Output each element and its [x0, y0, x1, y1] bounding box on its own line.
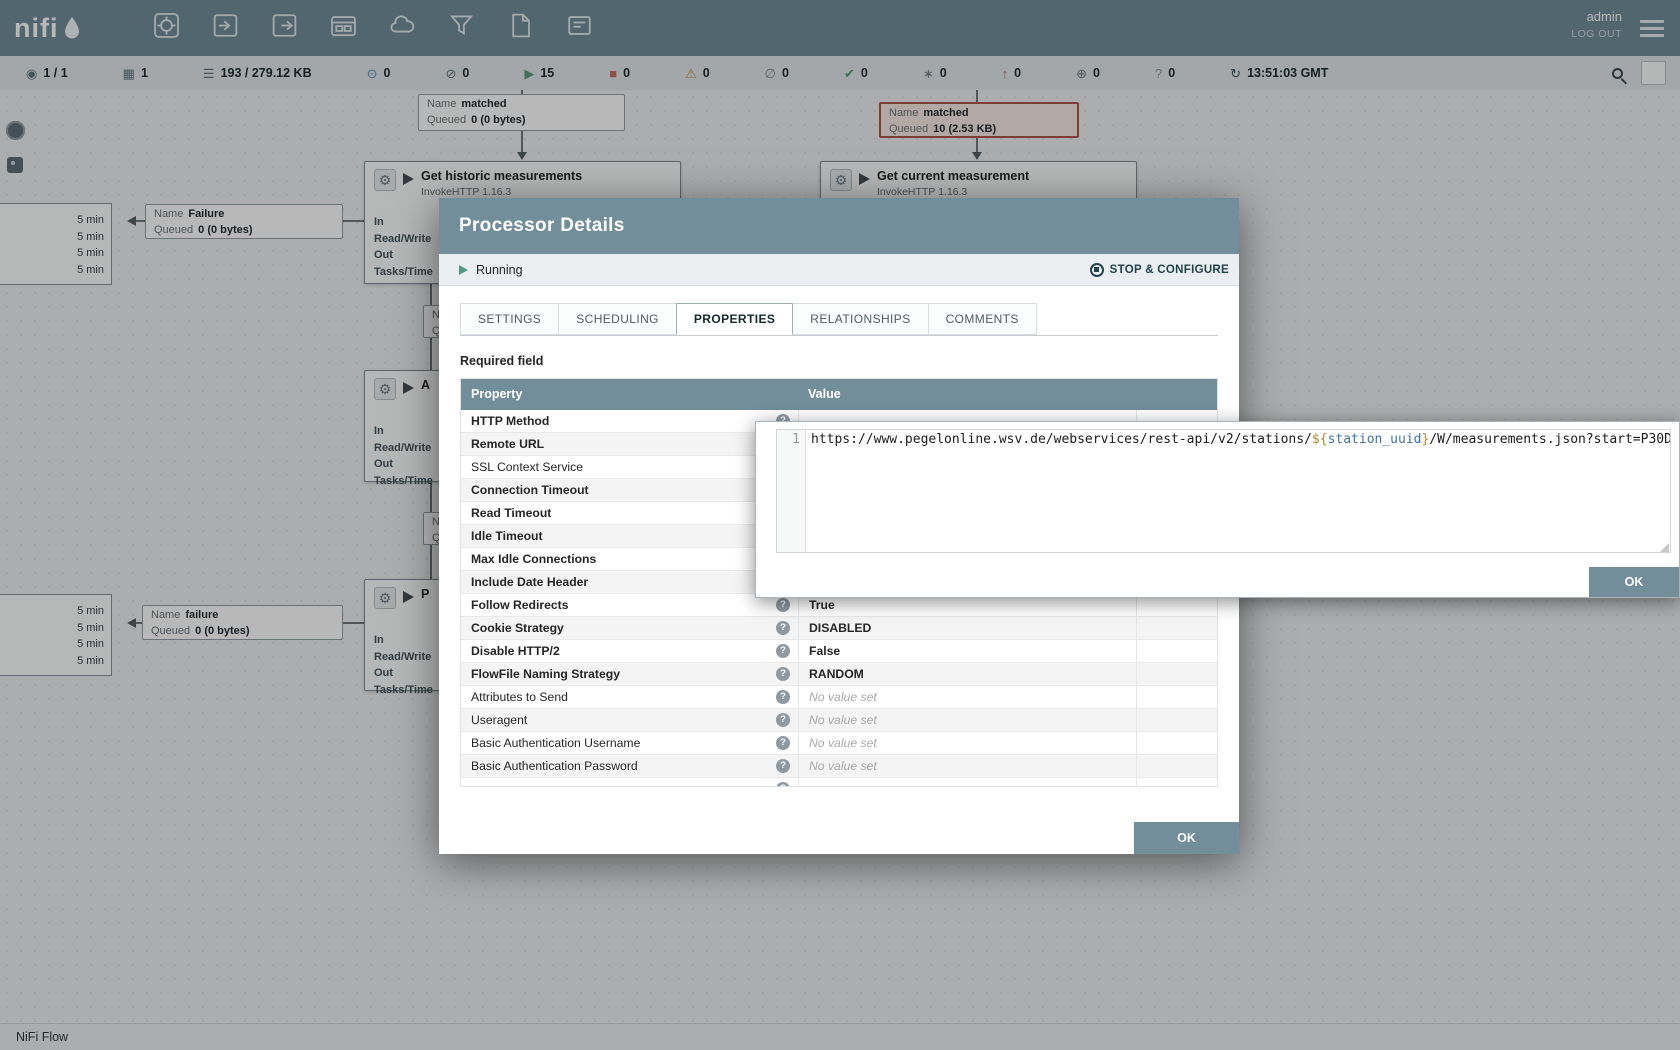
property-name: Basic Authentication Username [471, 736, 640, 750]
property-name: Max Idle Connections [471, 552, 596, 566]
help-icon[interactable] [776, 598, 790, 612]
property-row[interactable]: Basic Authentication Password No value s… [461, 755, 1217, 778]
property-row[interactable]: Useragent No value set [461, 709, 1217, 732]
property-row-clipped [461, 778, 1217, 786]
help-icon[interactable] [776, 667, 790, 681]
resize-handle-icon[interactable] [1660, 543, 1669, 552]
dialog-title: Processor Details [439, 198, 1239, 254]
property-name: Follow Redirects [471, 598, 569, 612]
required-field-note: Required field [460, 354, 1218, 368]
tab-properties[interactable]: PROPERTIES [676, 303, 793, 335]
property-row[interactable]: Disable HTTP/2 False [461, 640, 1217, 663]
running-status-icon [459, 265, 468, 275]
expression-editor: 1 https://www.pegelonline.wsv.de/webserv… [776, 429, 1671, 553]
property-value[interactable]: No value set [798, 686, 1136, 708]
property-row[interactable]: Basic Authentication Username No value s… [461, 732, 1217, 755]
property-name: Basic Authentication Password [471, 759, 638, 773]
property-value-editor: 1 https://www.pegelonline.wsv.de/webserv… [755, 421, 1680, 598]
help-icon[interactable] [776, 759, 790, 773]
property-name: FlowFile Naming Strategy [471, 667, 620, 681]
property-name: Connection Timeout [471, 483, 589, 497]
property-name: Attributes to Send [471, 690, 568, 704]
property-value[interactable]: DISABLED [798, 617, 1136, 639]
dialog-ok-button[interactable]: OK [1134, 822, 1239, 854]
code-segment: https://www.pegelonline.wsv.de/webservic… [811, 432, 1312, 447]
dialog-tabs: SETTINGS SCHEDULING PROPERTIES RELATIONS… [460, 303, 1218, 336]
property-value[interactable]: No value set [798, 755, 1136, 777]
help-icon[interactable] [776, 621, 790, 635]
code-segment: /W/measurements.json?start=P30D [1429, 432, 1670, 447]
property-name: SSL Context Service [471, 460, 583, 474]
tab-relationships[interactable]: RELATIONSHIPS [792, 303, 928, 335]
stop-configure-button[interactable]: STOP & CONFIGURE [1090, 263, 1229, 277]
property-row[interactable]: Cookie Strategy DISABLED [461, 617, 1217, 640]
value-column-header: Value [798, 379, 1136, 410]
property-value[interactable]: False [798, 640, 1136, 662]
editor-ok-button[interactable]: OK [1589, 567, 1679, 597]
property-name: Read Timeout [471, 506, 551, 520]
property-row[interactable]: FlowFile Naming Strategy RANDOM [461, 663, 1217, 686]
properties-table-header: Property Value [461, 379, 1217, 410]
stop-configure-icon [1090, 263, 1104, 277]
help-icon[interactable] [776, 690, 790, 704]
property-value[interactable]: No value set [798, 709, 1136, 731]
property-value[interactable]: RANDOM [798, 663, 1136, 685]
nifi-app: nifi admin LOG OUT ◉ 1 / 1 [0, 0, 1680, 1050]
help-icon[interactable] [776, 644, 790, 658]
dialog-status-row: Running STOP & CONFIGURE [439, 254, 1239, 286]
help-icon[interactable] [776, 736, 790, 750]
property-name: HTTP Method [471, 414, 549, 428]
tab-settings[interactable]: SETTINGS [460, 303, 559, 335]
line-number: 1 [777, 430, 806, 552]
code-segment: station_uuid [1328, 432, 1422, 447]
property-row[interactable]: Attributes to Send No value set [461, 686, 1217, 709]
property-value[interactable]: No value set [798, 732, 1136, 754]
tab-comments[interactable]: COMMENTS [928, 303, 1037, 335]
property-column-header: Property [461, 379, 798, 410]
property-name: Useragent [471, 713, 527, 727]
property-name: Include Date Header [471, 575, 588, 589]
property-name: Idle Timeout [471, 529, 543, 543]
run-state-label: Running [476, 263, 523, 277]
tab-scheduling[interactable]: SCHEDULING [558, 303, 677, 335]
help-icon [776, 782, 790, 786]
help-icon[interactable] [776, 713, 790, 727]
property-name: Remote URL [471, 437, 544, 451]
code-segment: ${ [1312, 432, 1328, 447]
property-name: Cookie Strategy [471, 621, 564, 635]
property-name: Disable HTTP/2 [471, 644, 560, 658]
el-editor-input[interactable]: https://www.pegelonline.wsv.de/webservic… [806, 430, 1670, 552]
